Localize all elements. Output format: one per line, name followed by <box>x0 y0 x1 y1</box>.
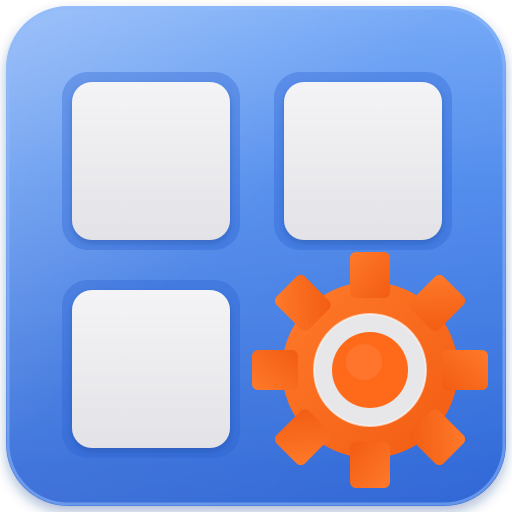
top-right-tile <box>284 82 442 240</box>
top-left-tile <box>72 82 230 240</box>
bottom-left-tile <box>72 290 230 448</box>
gear-icon <box>252 252 488 488</box>
app-icon-graphic <box>6 6 506 506</box>
apps-settings-icon[interactable] <box>0 0 512 512</box>
